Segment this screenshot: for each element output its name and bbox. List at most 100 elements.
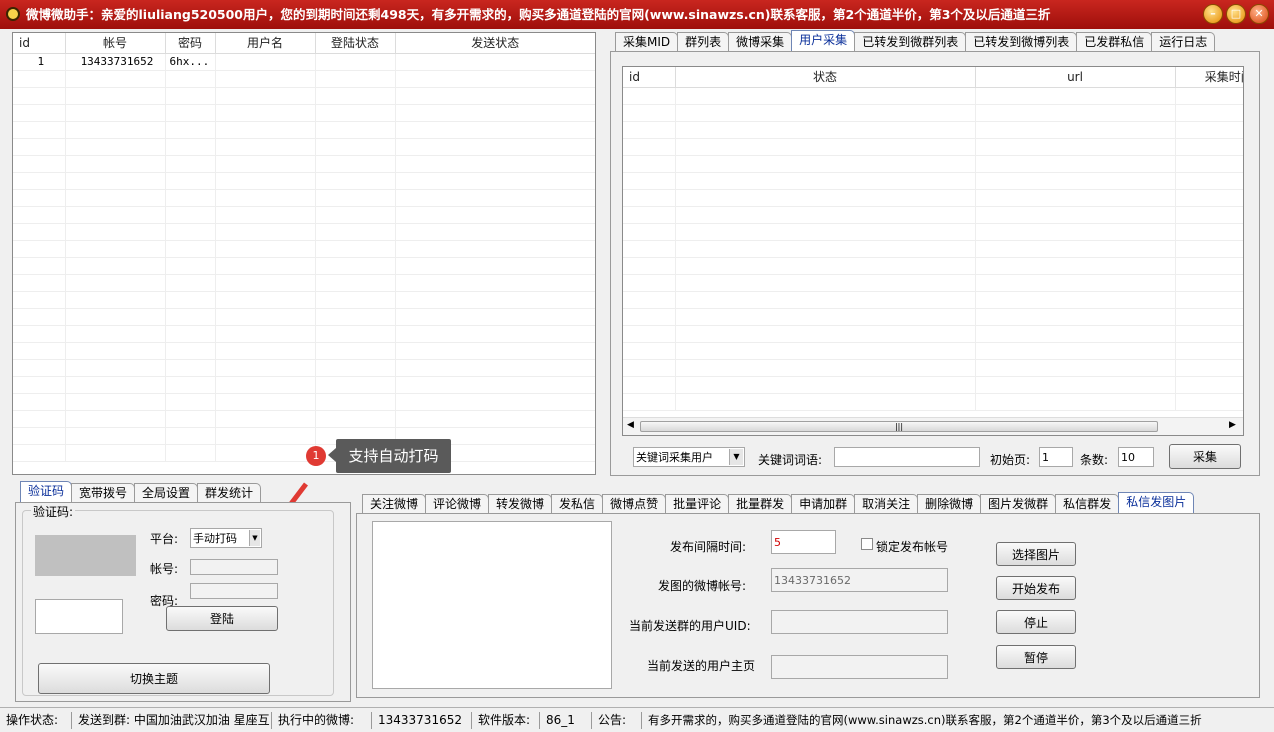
switch-theme-button[interactable]: 切换主题 [38, 663, 270, 694]
select-image-button[interactable]: 选择图片 [996, 542, 1076, 566]
accounts-column-header[interactable]: 发送状态 [395, 33, 595, 54]
right-tab-6[interactable]: 已发群私信 [1076, 32, 1153, 52]
table-row[interactable] [623, 257, 1243, 275]
bottom-tab-7[interactable]: 申请加群 [791, 494, 856, 514]
table-row[interactable] [13, 444, 595, 462]
chevron-down-icon[interactable]: ▼ [249, 530, 260, 546]
scroll-right-icon[interactable]: ▶ [1229, 420, 1236, 430]
count-input[interactable]: 10 [1118, 447, 1154, 467]
table-row[interactable] [623, 138, 1243, 156]
accounts-column-header[interactable]: 帐号 [65, 33, 166, 54]
lock-account-checkbox[interactable] [861, 538, 873, 550]
right-tab-2[interactable]: 微博采集 [728, 32, 793, 52]
table-row[interactable] [13, 359, 595, 377]
captcha-password-input[interactable] [190, 583, 278, 599]
table-row[interactable] [13, 257, 595, 275]
bottom-tab-5[interactable]: 批量评论 [665, 494, 730, 514]
pause-button[interactable]: 暂停 [996, 645, 1076, 669]
accounts-column-header[interactable]: 密码 [165, 33, 216, 54]
table-row[interactable] [13, 308, 595, 326]
horizontal-scrollbar[interactable]: ◀ ||| ▶ [623, 417, 1243, 435]
platform-select[interactable]: 手动打码 ▼ [190, 528, 262, 548]
table-row[interactable] [623, 206, 1243, 224]
bottom-tab-12[interactable]: 私信发图片 [1118, 492, 1195, 514]
bottom-tab-10[interactable]: 图片发微群 [980, 494, 1057, 514]
table-row[interactable] [623, 189, 1243, 207]
table-row[interactable] [623, 359, 1243, 377]
accounts-grid[interactable]: id 帐号 密码 用户名 登陆状态 发送状态 1 13433731652 6hx... [12, 32, 596, 475]
table-row[interactable] [13, 223, 595, 241]
table-row[interactable] [13, 410, 595, 428]
table-row[interactable] [13, 427, 595, 445]
message-textarea[interactable] [372, 521, 612, 689]
table-row[interactable] [13, 240, 595, 258]
table-row[interactable] [623, 376, 1243, 394]
stop-button[interactable]: 停止 [996, 610, 1076, 634]
table-row[interactable] [13, 325, 595, 343]
table-row[interactable] [623, 393, 1243, 411]
left-tab-1[interactable]: 宽带拨号 [71, 483, 136, 503]
right-tab-4[interactable]: 已转发到微群列表 [854, 32, 967, 52]
table-row[interactable] [13, 342, 595, 360]
captcha-account-input[interactable] [190, 559, 278, 575]
accounts-column-header[interactable]: 用户名 [215, 33, 316, 54]
collect-column-header[interactable]: 采集时间 [1175, 67, 1243, 88]
collect-column-header[interactable]: url [975, 67, 1176, 88]
bottom-tab-1[interactable]: 评论微博 [425, 494, 490, 514]
table-row[interactable] [623, 223, 1243, 241]
table-row[interactable] [13, 138, 595, 156]
table-row[interactable] [13, 206, 595, 224]
bottom-tab-2[interactable]: 转发微博 [488, 494, 553, 514]
table-row[interactable] [13, 189, 595, 207]
captcha-image[interactable] [35, 535, 136, 576]
table-row[interactable] [13, 121, 595, 139]
table-row[interactable] [13, 291, 595, 309]
right-tab-3[interactable]: 用户采集 [791, 30, 856, 52]
right-tab-0[interactable]: 采集MID [615, 32, 679, 52]
table-row[interactable] [13, 70, 595, 88]
bottom-tab-11[interactable]: 私信群发 [1055, 494, 1120, 514]
left-tab-3[interactable]: 群发统计 [197, 483, 262, 503]
table-row[interactable] [13, 155, 595, 173]
bottom-tab-3[interactable]: 发私信 [551, 494, 604, 514]
uid-input[interactable] [771, 610, 948, 634]
table-row[interactable] [13, 87, 595, 105]
start-page-input[interactable]: 1 [1039, 447, 1073, 467]
captcha-input[interactable] [35, 599, 123, 634]
table-row[interactable] [13, 274, 595, 292]
table-row[interactable]: 1 13433731652 6hx... [13, 53, 595, 71]
table-row[interactable] [13, 393, 595, 411]
table-row[interactable] [623, 240, 1243, 258]
table-row[interactable] [623, 325, 1243, 343]
table-row[interactable] [13, 104, 595, 122]
accounts-column-header[interactable]: id [13, 33, 66, 54]
scroll-thumb[interactable]: ||| [640, 421, 1158, 432]
table-row[interactable] [623, 342, 1243, 360]
table-row[interactable] [623, 104, 1243, 122]
start-publish-button[interactable]: 开始发布 [996, 576, 1076, 600]
table-row[interactable] [623, 172, 1243, 190]
left-tab-0[interactable]: 验证码 [20, 481, 73, 503]
table-row[interactable] [623, 308, 1243, 326]
maximize-button[interactable]: □ [1226, 4, 1246, 24]
keyword-input[interactable] [834, 447, 980, 467]
close-button[interactable]: ✕ [1249, 4, 1269, 24]
bottom-tab-6[interactable]: 批量群发 [728, 494, 793, 514]
right-tab-7[interactable]: 运行日志 [1151, 32, 1216, 52]
image-account-input[interactable]: 13433731652 [771, 568, 948, 592]
table-row[interactable] [13, 376, 595, 394]
collect-mode-select[interactable]: 关键词采集用户 ▼ [633, 447, 745, 467]
interval-input[interactable]: 5 [771, 530, 836, 554]
table-row[interactable] [623, 274, 1243, 292]
collect-column-header[interactable]: 状态 [675, 67, 976, 88]
bottom-tab-8[interactable]: 取消关注 [854, 494, 919, 514]
minimize-button[interactable]: – [1203, 4, 1223, 24]
right-tab-5[interactable]: 已转发到微博列表 [965, 32, 1078, 52]
bottom-tab-9[interactable]: 删除微博 [917, 494, 982, 514]
table-row[interactable] [13, 172, 595, 190]
login-button[interactable]: 登陆 [166, 606, 278, 631]
right-tab-1[interactable]: 群列表 [677, 32, 730, 52]
collect-button[interactable]: 采集 [1169, 444, 1241, 469]
collect-grid[interactable]: id状态url采集时间 ◀ ||| ▶ [622, 66, 1244, 436]
table-row[interactable] [623, 121, 1243, 139]
